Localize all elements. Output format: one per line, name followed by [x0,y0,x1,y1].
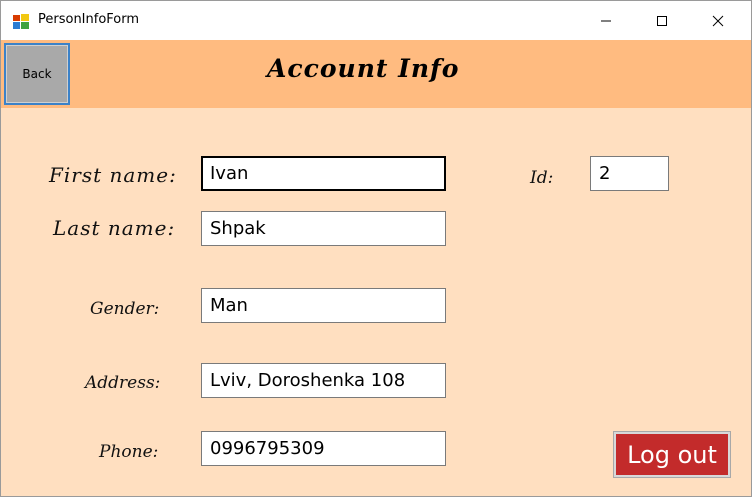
maximize-icon [657,15,667,26]
gender-field[interactable] [201,288,446,323]
phone-field[interactable] [201,431,446,466]
window-title: PersonInfoForm [38,12,140,27]
gender-label: Gender: [90,299,160,319]
last-name-label: Last name: [53,216,176,240]
first-name-field[interactable] [201,156,446,191]
phone-label: Phone: [99,442,159,462]
id-field[interactable] [590,156,669,191]
minimize-icon [601,20,611,21]
page-title: Account Info [267,54,460,83]
logout-button[interactable]: Log out [613,431,731,478]
close-icon [712,15,724,26]
title-bar[interactable]: PersonInfoForm [1,1,751,40]
id-label: Id: [530,168,554,188]
minimize-button[interactable] [583,1,629,40]
last-name-field[interactable] [201,211,446,246]
header-bar: Back Account Info [1,40,751,108]
app-icon [13,14,29,29]
back-button[interactable]: Back [4,43,70,105]
first-name-label: First name: [49,163,177,187]
maximize-button[interactable] [639,1,685,40]
close-button[interactable] [695,1,741,40]
app-window: PersonInfoForm Back Account Info First n… [0,0,752,497]
address-label: Address: [85,373,161,393]
address-field[interactable] [201,363,446,398]
